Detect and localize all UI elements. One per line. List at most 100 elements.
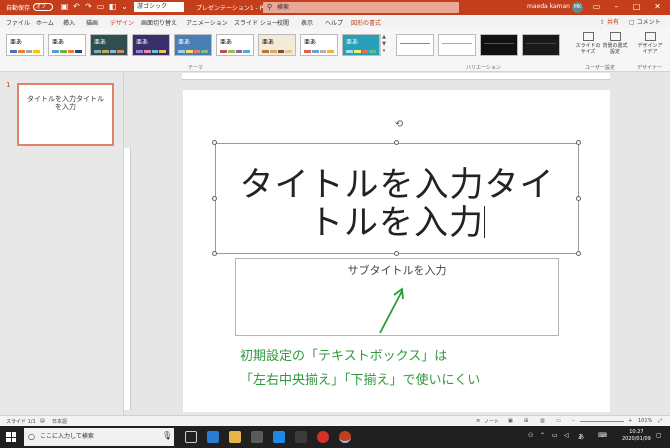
rotate-handle-icon[interactable]: ⟲ [394, 120, 404, 130]
shape-icon[interactable]: ◧ [108, 2, 117, 12]
theme-3[interactable]: 亜あ [90, 34, 128, 56]
photos-icon[interactable] [295, 431, 307, 443]
zoom-level[interactable]: 101% [638, 418, 652, 424]
microphone-icon[interactable]: 🎙 [162, 431, 172, 440]
maximize-icon[interactable]: □ [632, 2, 641, 12]
font-selector[interactable]: 游ゴシック [134, 2, 184, 12]
share-button[interactable]: ⇪ 共有 [600, 17, 619, 26]
tab-transitions[interactable]: 画面切り替え [141, 18, 177, 27]
resize-handle[interactable] [394, 251, 399, 256]
title-text[interactable]: タイトルを入力タイ トルを入力 [216, 166, 578, 242]
variant-2[interactable] [438, 34, 476, 56]
theme-sample: 亜あ [136, 39, 149, 46]
windows-start-icon[interactable] [6, 432, 16, 442]
zoom-in-icon[interactable]: + [628, 418, 632, 424]
ribbon-display-icon[interactable]: ▭ [592, 2, 601, 12]
resize-handle[interactable] [576, 251, 581, 256]
resize-handle[interactable] [212, 251, 217, 256]
autosave-label: 自動保存 [6, 5, 31, 12]
tab-draw[interactable]: 描画 [86, 18, 98, 27]
clock-time: 10:27 [629, 429, 644, 435]
resize-handle[interactable] [576, 140, 581, 145]
normal-view-icon[interactable]: ▣ [508, 418, 513, 424]
reading-view-icon[interactable]: ▥ [540, 418, 545, 424]
annotation-line-2: 「左右中央揃え」「下揃え」で使いにくい [240, 373, 481, 388]
slideshow-icon[interactable]: ▭ [556, 418, 561, 424]
powerpoint-taskbar-icon[interactable] [339, 431, 351, 443]
save-icon[interactable]: ▣ [60, 2, 69, 12]
avatar[interactable]: MK [572, 2, 583, 13]
tab-shape-format[interactable]: 図形の書式 [351, 18, 381, 27]
minimize-icon[interactable]: – [612, 2, 621, 12]
slide-thumbnail[interactable]: タイトルを入力タイトルを入力 [17, 83, 114, 146]
proofing-icon[interactable]: ▤ [40, 418, 45, 424]
input-method-icon[interactable]: ⌨ [598, 432, 607, 439]
resize-handle[interactable] [212, 196, 217, 201]
notes-button[interactable]: ノート [484, 418, 499, 425]
theme-sample: 亜あ [94, 39, 107, 46]
variant-1[interactable] [396, 34, 434, 56]
tab-view[interactable]: 表示 [301, 18, 313, 27]
zoom-slider[interactable] [580, 421, 624, 422]
variant-4[interactable] [522, 34, 560, 56]
tab-slideshow[interactable]: スライド ショー [234, 18, 278, 27]
theme-8[interactable]: 亜あ [300, 34, 338, 56]
tab-review[interactable]: 校閲 [277, 18, 289, 27]
store-icon[interactable] [251, 431, 263, 443]
notification-icon[interactable]: ▢ [656, 432, 662, 439]
theme-office[interactable]: 亜あ [6, 34, 44, 56]
taskbar-search[interactable]: ○ ここに入力して検索 [24, 428, 174, 446]
search-box[interactable]: ⚲ 検索 [263, 2, 459, 13]
notes-icon[interactable]: ≡ [476, 418, 480, 424]
customize-icon[interactable]: ⌄ [120, 2, 129, 12]
undo-icon[interactable]: ↶ [72, 2, 81, 12]
autosave-toggle[interactable]: オフ [33, 3, 53, 11]
more-icon: ▾ [382, 48, 386, 54]
comments-button[interactable]: ▢ コメント [629, 17, 661, 26]
theme-6[interactable]: 亜あ [216, 34, 254, 56]
slide-size-label: スライドのサイズ [575, 43, 601, 55]
taskbar-clock[interactable]: 10:27 2020/01/09 [622, 429, 651, 443]
volume-icon[interactable]: ◁ [564, 432, 569, 439]
zoom-out-icon[interactable]: – [572, 418, 575, 424]
theme-4[interactable]: 亜あ [132, 34, 170, 56]
search-placeholder: 検索 [277, 4, 290, 11]
themes-scroll[interactable]: ▲ ▼ ▾ [380, 34, 387, 56]
tab-help[interactable]: ヘルプ [325, 18, 343, 27]
edge-icon[interactable] [207, 431, 219, 443]
design-ideas-button[interactable]: デザインアイデア [636, 32, 664, 62]
task-view-icon[interactable] [185, 431, 197, 443]
explorer-icon[interactable] [229, 431, 241, 443]
close-icon[interactable]: ✕ [653, 2, 662, 12]
title-line-2: トルを入力 [309, 203, 484, 243]
language-label[interactable]: 日本語 [52, 418, 67, 425]
theme-7[interactable]: 亜あ [258, 34, 296, 56]
ime-mode-label[interactable]: あ [578, 432, 584, 441]
fit-slide-icon[interactable]: ⤢ [658, 418, 662, 424]
slide-sorter-icon[interactable]: ⊞ [524, 418, 528, 424]
network-icon[interactable]: ▭ [552, 432, 558, 439]
vertical-ruler [124, 148, 131, 410]
variant-3[interactable] [480, 34, 518, 56]
present-icon[interactable]: ▭ [96, 2, 105, 12]
resize-handle[interactable] [212, 140, 217, 145]
mail-icon[interactable] [273, 431, 285, 443]
redo-icon[interactable]: ↷ [84, 2, 93, 12]
user-name[interactable]: maeda kaman [527, 3, 570, 10]
tab-home[interactable]: ホーム [36, 18, 54, 27]
title-placeholder[interactable]: タイトルを入力タイ トルを入力 [215, 143, 579, 254]
tab-file[interactable]: ファイル [6, 18, 30, 27]
tab-insert[interactable]: 挿入 [63, 18, 75, 27]
format-background-button[interactable]: 背景の書式設定 [601, 32, 629, 62]
theme-2[interactable]: 亜あ [48, 34, 86, 56]
theme-9[interactable]: 亜あ [342, 34, 380, 56]
resize-handle[interactable] [576, 196, 581, 201]
chrome-icon[interactable] [317, 431, 329, 443]
people-icon[interactable]: ⚇ [528, 432, 533, 439]
theme-5[interactable]: 亜あ [174, 34, 212, 56]
resize-handle[interactable] [394, 140, 399, 145]
slide-size-button[interactable]: スライドのサイズ [574, 32, 602, 62]
tab-animations[interactable]: アニメーション [186, 18, 228, 27]
chevron-up-icon[interactable]: ⌃ [540, 432, 545, 439]
theme-sample: 亜あ [10, 39, 23, 46]
